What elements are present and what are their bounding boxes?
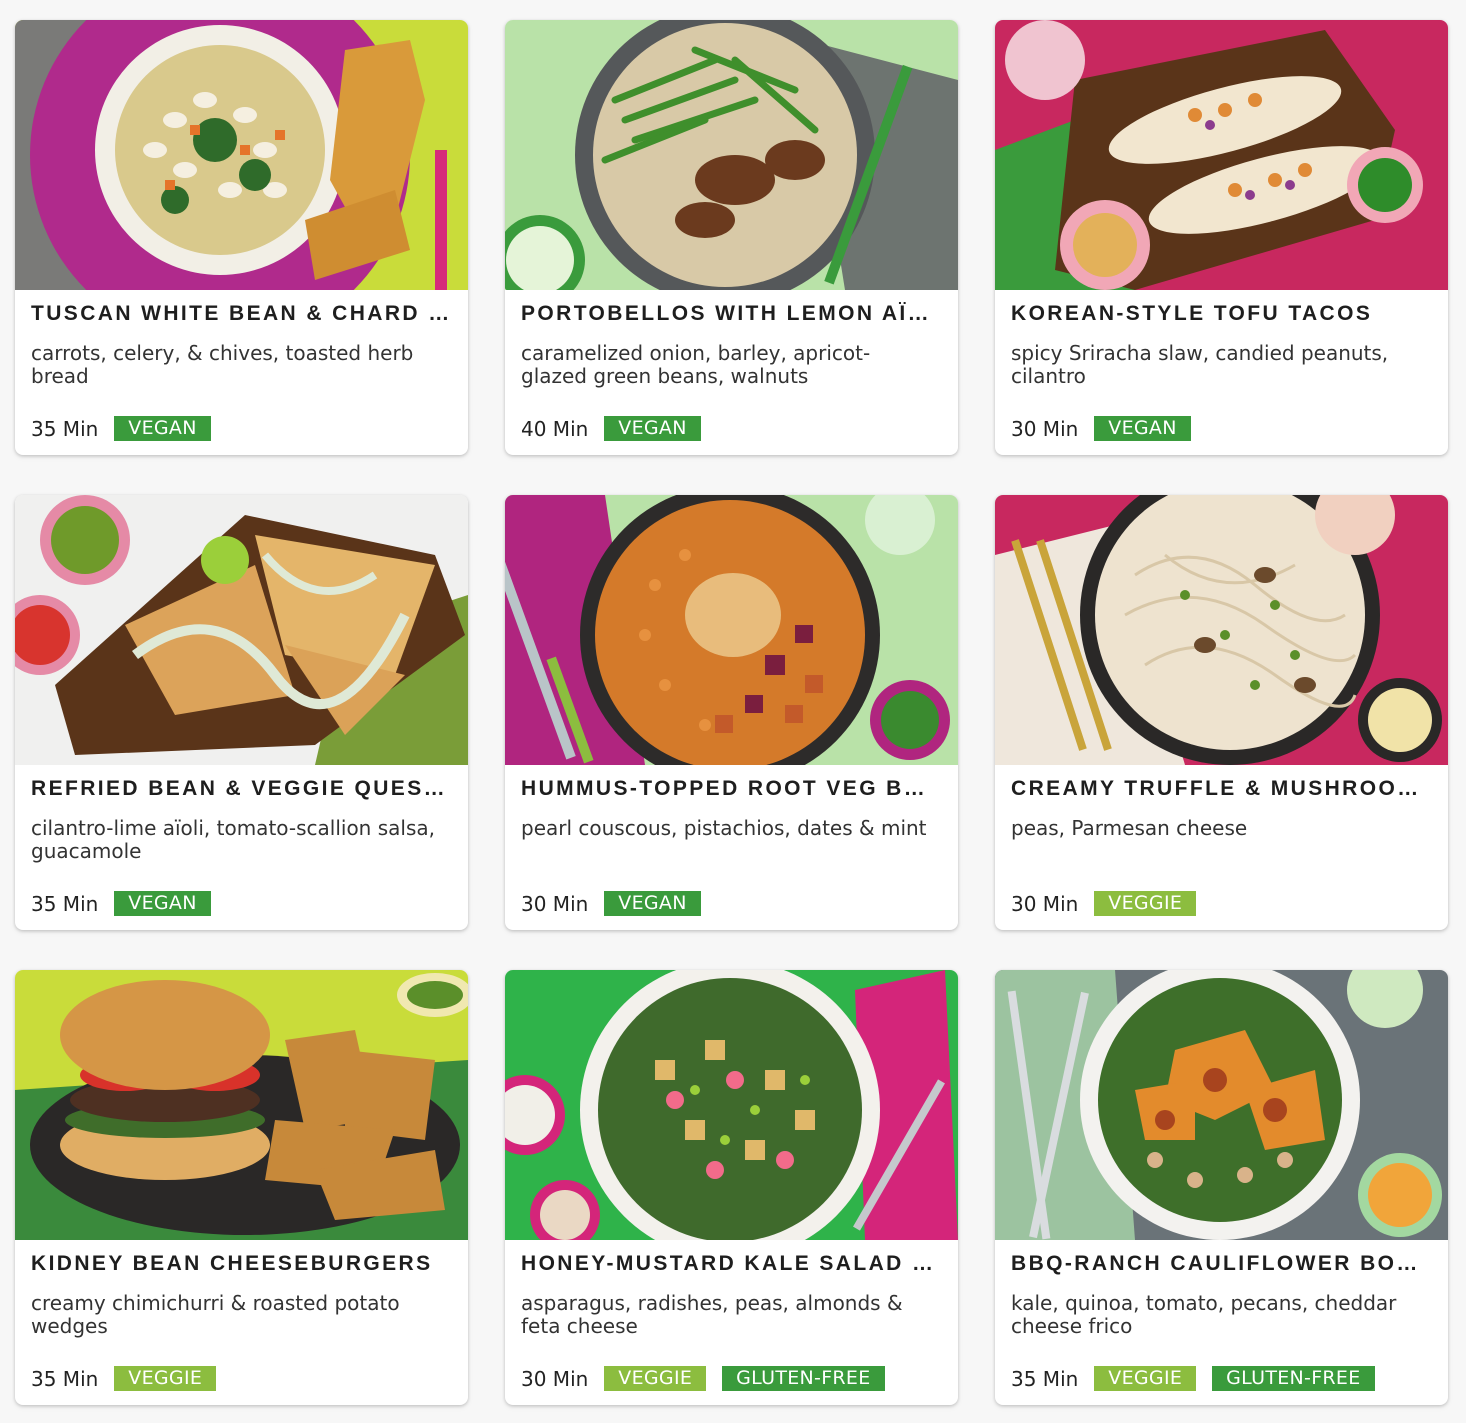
recipe-meta: 30 Min VEGAN <box>1011 416 1207 441</box>
recipe-card[interactable]: BBQ-RANCH CAULIFLOWER BO… kale, quinoa, … <box>995 970 1448 1405</box>
recipe-card[interactable]: CREAMY TRUFFLE & MUSHROO… peas, Parmesan… <box>995 495 1448 930</box>
recipe-photo[interactable] <box>505 970 958 1240</box>
vegan-badge: VEGAN <box>604 891 701 916</box>
recipe-photo[interactable] <box>995 970 1448 1240</box>
recipe-subtitle: pearl couscous, pistachios, dates & mint <box>521 816 927 840</box>
recipe-card[interactable]: TUSCAN WHITE BEAN & CHARD … carrots, cel… <box>15 20 468 455</box>
recipe-subtitle: caramelized onion, barley, apricot-glaze… <box>521 341 871 388</box>
gluten-free-badge: GLUTEN-FREE <box>1212 1366 1375 1391</box>
recipe-photo[interactable] <box>995 20 1448 290</box>
veggie-badge: VEGGIE <box>1094 891 1197 916</box>
recipe-subtitle: carrots, celery, & chives, toasted herb … <box>31 341 414 388</box>
recipe-meta: 35 Min VEGGIE <box>31 1366 232 1391</box>
recipe-photo[interactable] <box>505 495 958 765</box>
recipe-card[interactable]: KOREAN-STYLE TOFU TACOS spicy Sriracha s… <box>995 20 1448 455</box>
cook-time: 35 Min <box>31 891 99 916</box>
gluten-free-badge: GLUTEN-FREE <box>722 1366 885 1391</box>
recipe-meta: 30 Min VEGGIE <box>1011 891 1212 916</box>
recipe-subtitle: spicy Sriracha slaw, candied peanuts, ci… <box>1011 341 1389 388</box>
recipe-title[interactable]: HUMMUS-TOPPED ROOT VEG B… <box>521 777 942 801</box>
recipe-subtitle: creamy chimichurri & roasted potato wedg… <box>31 1291 400 1338</box>
recipe-grid: TUSCAN WHITE BEAN & CHARD … carrots, cel… <box>15 20 1449 1405</box>
recipe-card[interactable]: HONEY-MUSTARD KALE SALAD … asparagus, ra… <box>505 970 958 1405</box>
recipe-meta: 35 Min VEGAN <box>31 891 227 916</box>
recipe-photo[interactable] <box>995 495 1448 765</box>
cook-time: 30 Min <box>1011 416 1079 441</box>
recipe-subtitle: asparagus, radishes, peas, almonds & fet… <box>521 1291 903 1338</box>
cook-time: 40 Min <box>521 416 589 441</box>
cook-time: 30 Min <box>521 1366 589 1391</box>
veggie-badge: VEGGIE <box>604 1366 707 1391</box>
recipe-card[interactable]: PORTOBELLOS WITH LEMON AÏ… caramelized o… <box>505 20 958 455</box>
recipe-title[interactable]: BBQ-RANCH CAULIFLOWER BO… <box>1011 1252 1432 1276</box>
recipe-title[interactable]: TUSCAN WHITE BEAN & CHARD … <box>31 302 452 326</box>
recipe-subtitle: kale, quinoa, tomato, pecans, cheddar ch… <box>1011 1291 1397 1338</box>
cook-time: 35 Min <box>1011 1366 1079 1391</box>
recipe-meta: 40 Min VEGAN <box>521 416 717 441</box>
recipe-meta: 35 Min VEGGIE GLUTEN-FREE <box>1011 1366 1391 1391</box>
recipe-meta: 35 Min VEGAN <box>31 416 227 441</box>
cook-time: 30 Min <box>1011 891 1079 916</box>
recipe-title[interactable]: CREAMY TRUFFLE & MUSHROO… <box>1011 777 1432 801</box>
veggie-badge: VEGGIE <box>114 1366 217 1391</box>
recipe-meta: 30 Min VEGGIE GLUTEN-FREE <box>521 1366 901 1391</box>
vegan-badge: VEGAN <box>1094 416 1191 441</box>
recipe-card[interactable]: REFRIED BEAN & VEGGIE QUES… cilantro-lim… <box>15 495 468 930</box>
cook-time: 30 Min <box>521 891 589 916</box>
vegan-badge: VEGAN <box>604 416 701 441</box>
recipe-subtitle: peas, Parmesan cheese <box>1011 816 1248 840</box>
recipe-photo[interactable] <box>15 970 468 1240</box>
recipe-title[interactable]: KIDNEY BEAN CHEESEBURGERS <box>31 1252 452 1276</box>
recipe-card[interactable]: HUMMUS-TOPPED ROOT VEG B… pearl couscous… <box>505 495 958 930</box>
recipe-title[interactable]: REFRIED BEAN & VEGGIE QUES… <box>31 777 452 801</box>
cook-time: 35 Min <box>31 416 99 441</box>
recipe-meta: 30 Min VEGAN <box>521 891 717 916</box>
recipe-title[interactable]: KOREAN-STYLE TOFU TACOS <box>1011 302 1432 326</box>
recipe-photo[interactable] <box>505 20 958 290</box>
recipe-title[interactable]: HONEY-MUSTARD KALE SALAD … <box>521 1252 942 1276</box>
recipe-card[interactable]: KIDNEY BEAN CHEESEBURGERS creamy chimich… <box>15 970 468 1405</box>
recipe-title[interactable]: PORTOBELLOS WITH LEMON AÏ… <box>521 302 942 326</box>
recipe-photo[interactable] <box>15 20 468 290</box>
recipe-photo[interactable] <box>15 495 468 765</box>
vegan-badge: VEGAN <box>114 416 211 441</box>
veggie-badge: VEGGIE <box>1094 1366 1197 1391</box>
vegan-badge: VEGAN <box>114 891 211 916</box>
recipe-subtitle: cilantro-lime aïoli, tomato-scallion sal… <box>31 816 435 863</box>
cook-time: 35 Min <box>31 1366 99 1391</box>
